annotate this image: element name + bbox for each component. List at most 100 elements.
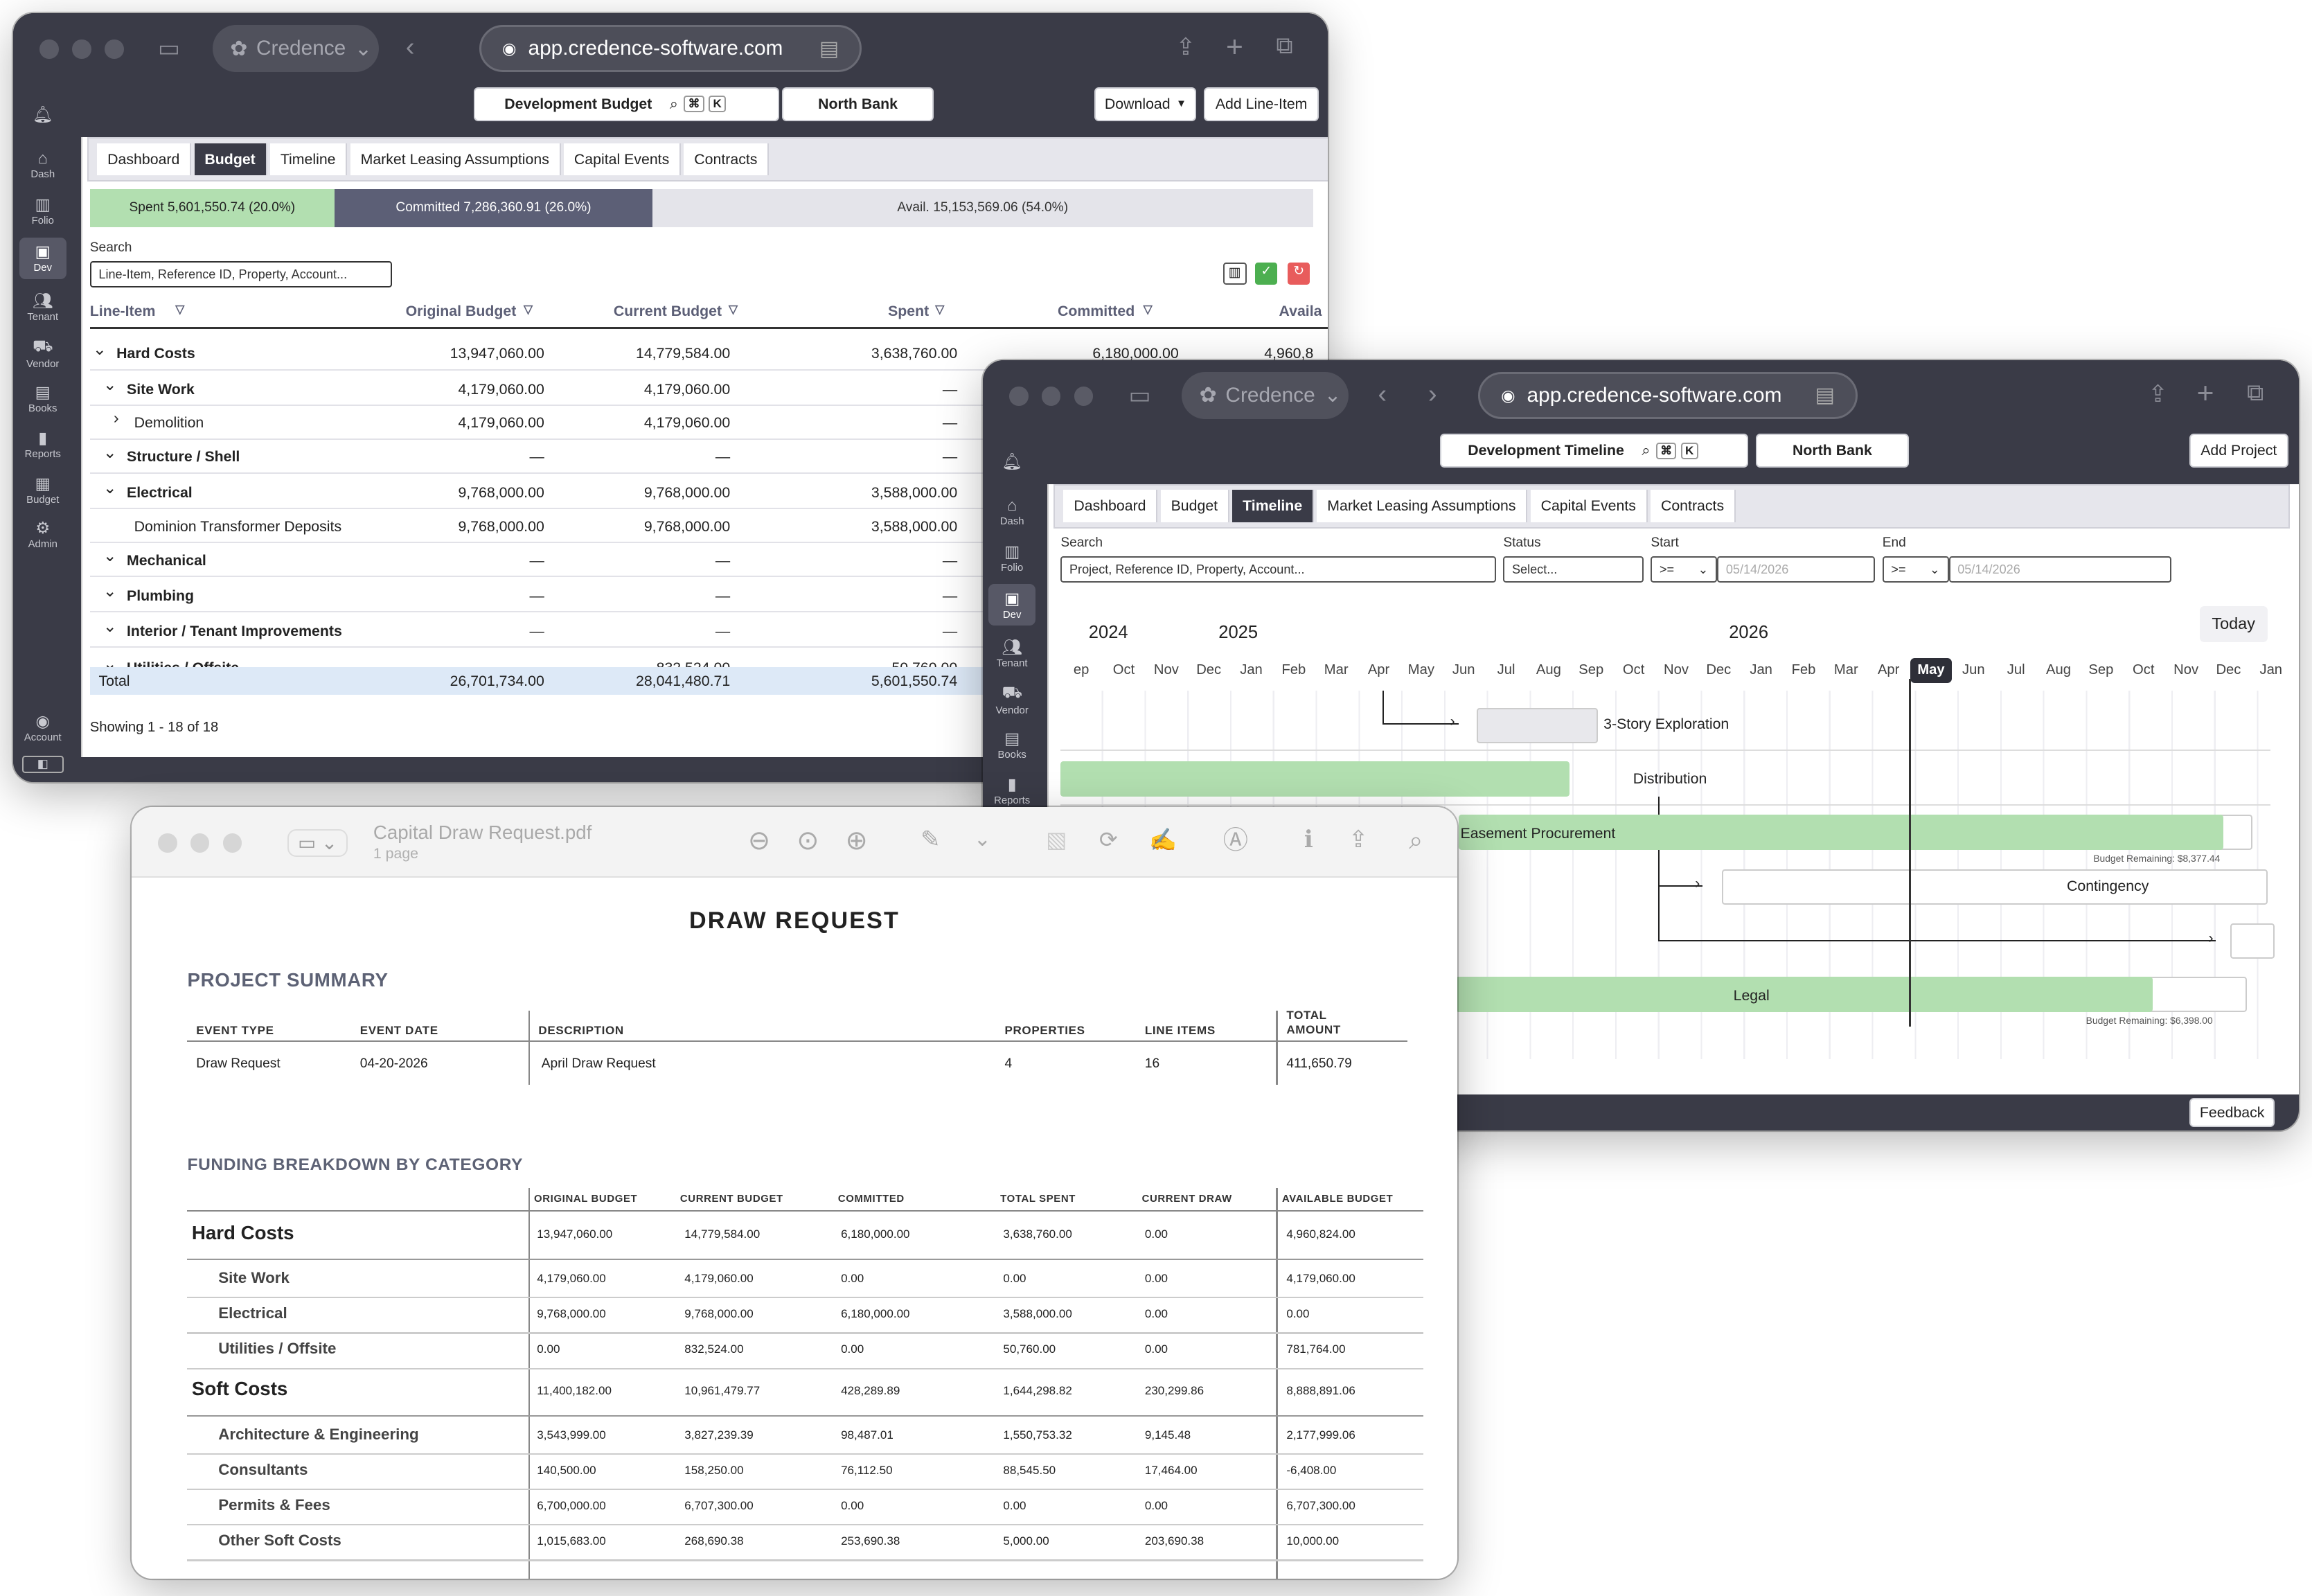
task-bar[interactable] [1721, 869, 2268, 905]
search-input[interactable]: Line-Item, Reference ID, Property, Accou… [89, 260, 393, 288]
back-icon[interactable]: ‹ [1378, 380, 1387, 407]
end-date-input[interactable]: 05/14/2026 [1948, 556, 2172, 583]
collapse-chevron-icon[interactable]: ⌄ [103, 375, 117, 394]
sidebar-item-reports[interactable]: ▮ Reports [19, 428, 66, 460]
status-select[interactable]: Select... [1503, 556, 1644, 583]
sidebar-item-vendor[interactable]: ⛟ Vendor [988, 683, 1035, 716]
feedback-button[interactable]: Feedback [2189, 1097, 2275, 1128]
reader-icon[interactable]: ▤ [819, 37, 839, 61]
address-bar[interactable]: ◉ app.credence-software.com ▤ [1478, 371, 1858, 419]
sort-icon[interactable]: ▽ [935, 303, 944, 317]
task-bar[interactable] [1456, 977, 2153, 1013]
sidebar-item-account[interactable]: ◉ Account [19, 711, 66, 743]
tab-dashboard[interactable]: Dashboard [1063, 490, 1158, 522]
collapse-chevron-icon[interactable]: ⌄ [93, 339, 107, 359]
sidebar-toggle-icon[interactable]: ▭ [1128, 384, 1150, 407]
task-bar[interactable] [1060, 761, 1570, 797]
tab-dashboard[interactable]: Dashboard [97, 143, 192, 176]
sidebar-item-dash[interactable]: ⌂ Dash [19, 149, 66, 180]
bell-icon[interactable]: 🔔︎ [988, 452, 1035, 471]
download-button[interactable]: Download ▼ [1094, 87, 1197, 121]
tabs-overview-icon[interactable]: ⧉ [2247, 380, 2264, 405]
col-current-budget[interactable]: Current Budget [614, 303, 722, 320]
add-line-item-button[interactable]: Add Line-Item [1204, 87, 1319, 121]
profile-switcher[interactable]: ✿ Credence ⌄ [212, 25, 380, 73]
sidebar-toggle-icon[interactable]: ▭ [158, 37, 180, 60]
zoom-out-icon[interactable]: ⊖ [748, 827, 770, 854]
highlight-icon[interactable]: Ⓐ [1223, 827, 1248, 853]
collapse-chevron-icon[interactable]: ⌄ [103, 617, 117, 636]
add-project-button[interactable]: Add Project [2189, 434, 2288, 468]
page-select[interactable]: Development Budget ⌕ ⌘ K [473, 87, 779, 121]
profile-switcher[interactable]: ✿ Credence ⌄ [1182, 371, 1349, 419]
task-bar[interactable] [2230, 923, 2275, 959]
check-icon[interactable]: ✓ [1255, 263, 1278, 285]
sidebar-item-books[interactable]: ▤ Books [19, 382, 66, 414]
page-select[interactable]: Development Timeline ⌕ ⌘ K [1439, 434, 1749, 468]
tab-timeline[interactable]: Timeline [269, 143, 348, 176]
sidebar-item-tenant[interactable]: 👥︎ Tenant [19, 291, 66, 323]
collapse-chevron-icon[interactable]: ⌄ [103, 546, 117, 565]
window-controls[interactable] [39, 39, 124, 60]
search-icon[interactable]: ⌕ [1409, 827, 1423, 853]
sidebar-item-folio[interactable]: ▥ Folio [19, 195, 66, 227]
info-icon[interactable]: ℹ [1304, 828, 1313, 851]
sidebar-toggle-icon[interactable]: ▭ ⌄ [287, 829, 348, 858]
col-spent[interactable]: Spent [888, 303, 929, 320]
sidebar-item-reports[interactable]: ▮ Reports [988, 774, 1035, 806]
sidebar-item-admin[interactable]: ⚙ Admin [19, 518, 66, 550]
chevron-down-icon[interactable]: ⌄ [974, 829, 991, 850]
sort-icon[interactable]: ▽ [175, 303, 184, 317]
tab-timeline[interactable]: Timeline [1232, 490, 1315, 522]
bell-icon[interactable]: 🔔︎ [19, 105, 66, 124]
property-select[interactable]: North Bank [1755, 434, 1910, 468]
image-icon[interactable]: ▧ [1046, 828, 1067, 851]
tabs-overview-icon[interactable]: ⧉ [1276, 34, 1292, 57]
sidebar-item-dash[interactable]: ⌂ Dash [988, 496, 1035, 527]
col-original-budget[interactable]: Original Budget [406, 303, 517, 320]
sidebar-item-books[interactable]: ▤ Books [988, 729, 1035, 761]
collapse-chevron-icon[interactable]: ⌄ [103, 443, 117, 462]
rotate-icon[interactable]: ⟳ [1099, 828, 1118, 851]
sidebar-item-folio[interactable]: ▥ Folio [988, 542, 1035, 574]
end-operator-select[interactable]: >= ⌄ [1882, 556, 1949, 583]
expand-chevron-icon[interactable]: › [114, 409, 119, 427]
sidebar-item-dev[interactable]: ▣ Dev [988, 584, 1036, 626]
sort-icon[interactable]: ▽ [729, 303, 738, 317]
today-button[interactable]: Today [2199, 606, 2268, 642]
share-icon[interactable]: ⇪ [1176, 35, 1196, 59]
collapse-chevron-icon[interactable]: ⌄ [103, 478, 117, 497]
zoom-in-icon[interactable]: ⊕ [845, 827, 867, 854]
window-controls[interactable] [1008, 387, 1094, 406]
tab-capital-events[interactable]: Capital Events [1530, 490, 1648, 522]
signature-icon[interactable]: ✍ [1149, 828, 1177, 851]
back-icon[interactable]: ‹ [406, 33, 415, 60]
address-bar[interactable]: ◉ app.credence-software.com ▤ [479, 25, 862, 73]
col-line-item[interactable]: Line-Item [90, 303, 156, 320]
forward-icon[interactable]: › [1428, 380, 1437, 407]
sidebar-item-vendor[interactable]: ⛟ Vendor [19, 337, 66, 370]
new-tab-icon[interactable]: + [2197, 379, 2214, 409]
share-icon[interactable]: ⇪ [1349, 828, 1369, 851]
task-bar[interactable] [1476, 708, 1598, 744]
start-operator-select[interactable]: >= ⌄ [1651, 556, 1718, 583]
window-controls[interactable] [157, 833, 242, 853]
start-date-input[interactable]: 05/14/2026 [1717, 556, 1876, 583]
reset-icon[interactable]: ↻ [1288, 263, 1310, 285]
columns-icon[interactable]: ▥ [1222, 263, 1247, 285]
new-tab-icon[interactable]: + [1226, 33, 1243, 62]
collapse-sidebar-icon[interactable]: ◧ [21, 755, 64, 774]
tab-budget[interactable]: Budget [194, 143, 267, 176]
col-available[interactable]: Availa [1279, 303, 1322, 320]
property-select[interactable]: North Bank [781, 87, 934, 121]
search-input[interactable]: Project, Reference ID, Property, Account… [1060, 556, 1496, 583]
tab-capital-events[interactable]: Capital Events [564, 143, 682, 176]
tab-contracts[interactable]: Contracts [684, 143, 770, 176]
tab-contracts[interactable]: Contracts [1651, 490, 1736, 522]
collapse-chevron-icon[interactable]: ⌄ [103, 581, 117, 601]
tab-market-leasing[interactable]: Market Leasing Assumptions [1317, 490, 1528, 522]
share-icon[interactable]: ⇪ [2148, 382, 2168, 406]
reader-icon[interactable]: ▤ [1815, 383, 1835, 407]
sort-icon[interactable]: ▽ [1144, 303, 1153, 317]
sort-icon[interactable]: ▽ [524, 303, 533, 317]
